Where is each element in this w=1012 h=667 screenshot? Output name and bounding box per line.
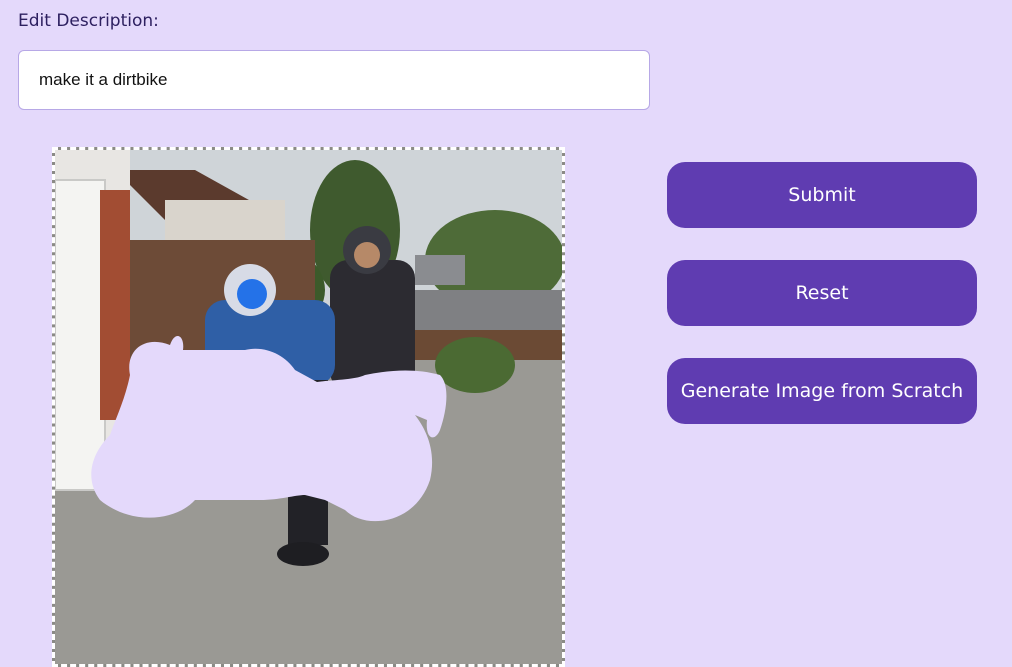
image-mask-canvas[interactable] [52,147,565,667]
reset-button[interactable]: Reset [667,260,977,326]
photo-visor-front [237,279,267,309]
photo-house [165,200,285,240]
edit-description-input[interactable] [18,50,650,110]
edit-description-label: Edit Description: [18,11,159,31]
photo-face-back [354,242,380,268]
submit-button[interactable]: Submit [667,162,977,228]
photo-garage-door [55,179,106,491]
photo-road [405,290,562,330]
photo-shoe [277,542,329,566]
photo-hedge [435,337,515,393]
photo-brick-column [100,190,130,420]
canvas-photo [55,150,562,664]
photo-distant-house [415,255,465,285]
photo-rider-back [330,260,415,390]
generate-image-button[interactable]: Generate Image from Scratch [667,358,977,424]
